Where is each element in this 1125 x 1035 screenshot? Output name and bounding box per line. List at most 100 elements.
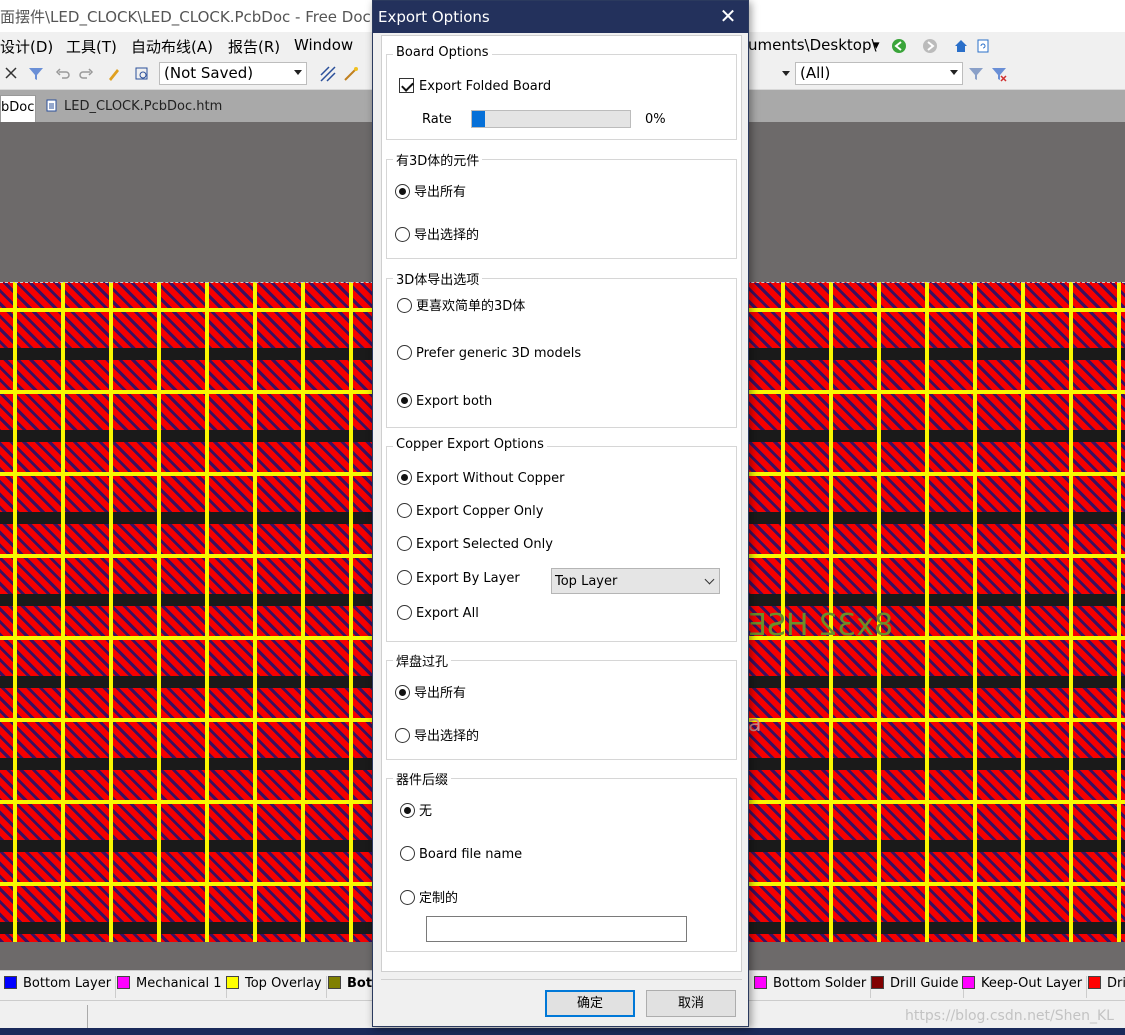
menu-tools[interactable]: 工具(T) [66,36,117,57]
radio-icon [395,184,410,199]
layer-color-swatch [117,976,130,989]
copper-layer-value: Top Layer [555,574,618,589]
radio-label: Export Selected Only [416,537,553,552]
chevron-down-icon [950,70,958,75]
hatch-icon[interactable] [320,66,336,82]
layer-tab-mechanical-1[interactable]: Mechanical 1 [113,976,227,998]
custom-suffix-input[interactable] [426,916,687,942]
layer-tab-bottom-layer[interactable]: Bottom Layer [0,976,117,998]
radio-label: 更喜欢简单的3D体 [416,299,526,314]
radio-label: Export All [416,606,479,621]
radio-label: Export both [416,394,493,409]
tab-pcbdoc[interactable]: bDoc [0,95,36,122]
watermark: https://blog.csdn.net/Shen_KL [905,1008,1114,1024]
radio-icon [397,570,412,585]
export-both-radio[interactable]: Export both [397,393,492,410]
export-3d-legend: 3D体导出选项 [393,269,483,288]
layer-tab-keep-out-layer[interactable]: Keep-Out Layer [958,976,1088,998]
layer-color-swatch [962,976,975,989]
components-3d-legend: 有3D体的元件 [393,150,483,169]
prefer-generic-3d-radio[interactable]: Prefer generic 3D models [397,345,581,362]
wand-icon[interactable] [343,66,359,82]
radio-icon [397,345,412,360]
zoom-area-icon[interactable] [134,66,150,82]
layer-tab-bottom-solder[interactable]: Bottom Solder [750,976,872,998]
layer-label: Keep-Out Layer [981,976,1083,991]
copper-export-group: Copper Export Options Export Without Cop… [386,437,737,642]
home-icon[interactable] [953,38,969,54]
radio-icon [400,890,415,905]
export-selected-only-radio[interactable]: Export Selected Only [397,536,553,553]
rate-progress-fill [472,111,485,127]
radio-label: Board file name [419,847,523,862]
layer-label: Bottom Solder [773,976,867,991]
radio-label: 导出选择的 [414,729,480,744]
components-3d-export-selected-radio[interactable]: 导出选择的 [395,227,479,244]
filter-clear-icon[interactable] [28,66,44,82]
export-without-copper-radio[interactable]: Export Without Copper [397,470,565,487]
chevron-down-icon[interactable] [782,71,790,76]
radio-icon [395,227,410,242]
layer-label: Bottom Layer [23,976,112,991]
cancel-button[interactable]: 取消 [646,990,736,1017]
menu-design[interactable]: 设计(D) [0,36,53,57]
saved-state-value: (Not Saved) [164,64,254,82]
layer-color-swatch [1088,976,1101,989]
export-folded-board-checkbox[interactable]: Export Folded Board [399,78,551,95]
export-all-radio[interactable]: Export All [397,605,479,622]
layer-tab-top-overlay[interactable]: Top Overlay [222,976,327,998]
components-3d-export-all-radio[interactable]: 导出所有 [395,184,466,201]
pads-vias-export-all-radio[interactable]: 导出所有 [395,685,466,702]
layer-tab-drill-drawing[interactable]: Dri [1084,976,1125,998]
export-by-layer-radio[interactable]: Export By Layer [397,570,520,587]
layer-color-swatch [871,976,884,989]
app-title: 面摆件\LED_CLOCK\LED_CLOCK.PcbDoc - Free Do… [0,8,381,26]
radio-icon [395,685,410,700]
suffix-none-radio[interactable]: 无 [400,803,432,820]
board-options-legend: Board Options [393,45,492,60]
filter-apply-icon[interactable] [968,66,984,82]
saved-state-select[interactable]: (Not Saved) [159,62,307,85]
radio-icon [400,846,415,861]
dialog-separator [381,979,742,980]
suffix-custom-radio[interactable]: 定制的 [400,890,458,907]
radio-label: Export Without Copper [416,471,565,486]
export-copper-only-radio[interactable]: Export Copper Only [397,503,543,520]
back-icon[interactable] [891,38,907,54]
menu-autoroute[interactable]: 自动布线(A) [131,36,213,57]
radio-label: Export By Layer [416,571,520,586]
export-options-dialog: Export Options ✕ Board Options Export Fo… [372,0,749,1027]
components-3d-group: 有3D体的元件 导出所有 导出选择的 [386,150,737,259]
layer-color-swatch [226,976,239,989]
close-icon[interactable]: ✕ [718,6,738,27]
undo-icon[interactable] [55,66,71,82]
radio-icon [400,803,415,818]
layer-label: Dri [1107,976,1125,991]
forward-icon[interactable] [922,38,938,54]
path-breadcrumb[interactable]: uments\Desktop\ [748,36,877,54]
refresh-icon[interactable] [975,38,991,54]
dialog-body: Board Options Export Folded Board Rate 0… [381,35,742,972]
prefer-simple-3d-radio[interactable]: 更喜欢简单的3D体 [397,298,525,315]
copper-layer-select[interactable]: Top Layer [551,568,720,594]
redo-icon[interactable] [78,66,94,82]
export-3d-group: 3D体导出选项 更喜欢简单的3D体 Prefer generic 3D mode… [386,269,737,428]
pads-vias-export-selected-radio[interactable]: 导出选择的 [395,728,479,745]
suffix-board-file-name-radio[interactable]: Board file name [400,846,522,863]
cross-select-icon[interactable] [4,66,20,82]
pencil-icon[interactable] [106,66,122,82]
menu-window[interactable]: Window [294,36,353,54]
tab-htm[interactable]: LED_CLOCK.PcbDoc.htm [40,95,228,122]
status-divider [87,1005,88,1029]
rate-percent: 0% [645,112,666,127]
filter-clear-icon[interactable] [991,66,1007,82]
layer-label: Drill Guide [890,976,959,991]
filter-select[interactable]: (All) [795,62,963,85]
layer-tab-drill-guide[interactable]: Drill Guide [867,976,964,998]
taskbar-strip [0,1028,1125,1035]
checkbox-checked-icon [399,78,414,93]
tab-htm-label: LED_CLOCK.PcbDoc.htm [64,99,223,114]
menu-reports[interactable]: 报告(R) [228,36,280,57]
ok-button[interactable]: 确定 [545,990,635,1017]
dropdown-arrow-icon[interactable]: ▾ [873,38,889,54]
